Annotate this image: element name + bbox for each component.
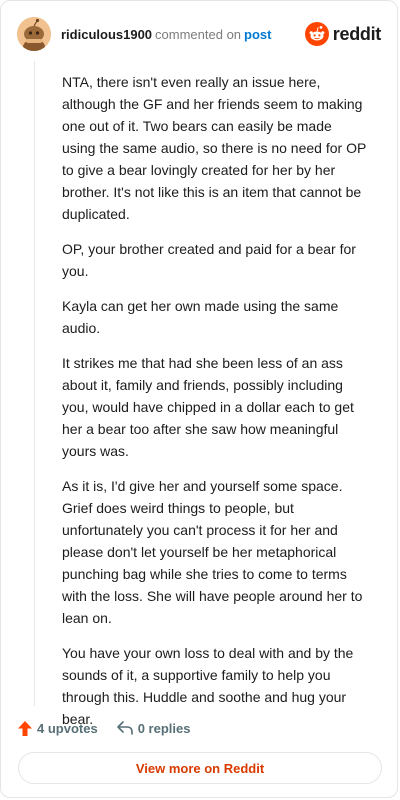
reply-count: 0 replies bbox=[137, 720, 191, 736]
comment-paragraph: It strikes me that had she been less of … bbox=[62, 355, 354, 459]
comment-header: ridiculous1900 commented on post reddit bbox=[17, 17, 381, 51]
comment-paragraph: Kayla can get her own made using the sam… bbox=[62, 298, 339, 336]
snoo-avatar-icon bbox=[17, 17, 51, 51]
post-link[interactable]: post bbox=[244, 27, 271, 42]
view-more-label: View more on Reddit bbox=[135, 760, 265, 776]
comment-byline: ridiculous1900 commented on post bbox=[61, 27, 272, 42]
upvote-button[interactable]: 4 upvotes bbox=[17, 720, 98, 737]
comment-paragraph: As it is, I'd give her and yourself some… bbox=[62, 478, 363, 626]
avatar[interactable] bbox=[17, 17, 51, 51]
view-more-button[interactable]: View more on Reddit bbox=[18, 752, 382, 784]
username-link[interactable]: ridiculous1900 bbox=[61, 27, 152, 42]
brand-wordmark: reddit bbox=[332, 23, 382, 44]
reddit-brand[interactable]: reddit bbox=[304, 21, 382, 47]
comment-body: NTA, there isn't even really an issue he… bbox=[62, 71, 368, 743]
upvote-arrow-icon bbox=[18, 720, 32, 736]
reply-arrow-icon bbox=[116, 721, 133, 735]
comment-paragraph: NTA, there isn't even really an issue he… bbox=[62, 74, 367, 222]
thread-line[interactable] bbox=[34, 61, 35, 706]
reddit-logo-icon bbox=[304, 22, 329, 46]
comment-actions: 4 upvotes 0 replies bbox=[17, 717, 208, 739]
commented-on-text: commented on bbox=[155, 27, 242, 42]
upvote-count: 4 upvotes bbox=[37, 720, 98, 736]
comment-card: ridiculous1900 commented on post reddit NT… bbox=[0, 0, 398, 798]
comment-paragraph: OP, your brother created and paid for a … bbox=[62, 241, 356, 279]
reply-button[interactable]: 0 replies bbox=[116, 720, 191, 736]
